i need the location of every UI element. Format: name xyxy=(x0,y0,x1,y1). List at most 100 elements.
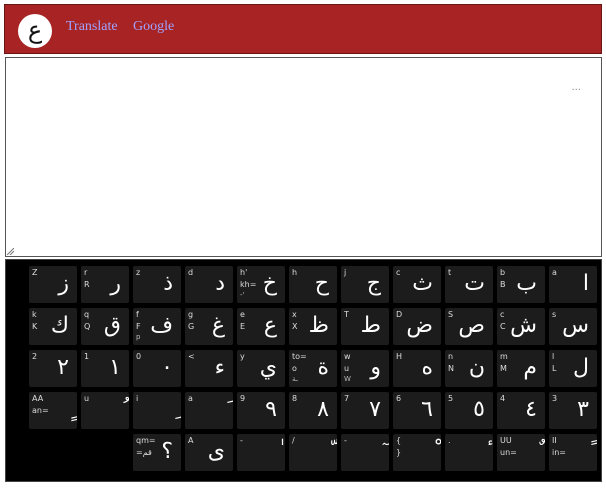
key-3-7[interactable]: 6٦ xyxy=(393,392,441,429)
key-1-5[interactable]: xX ظ xyxy=(289,308,337,345)
key-2-0[interactable]: 2٢ xyxy=(29,350,77,387)
key-1-8[interactable]: Sص xyxy=(445,308,493,345)
key-4-5[interactable]: {}ْ xyxy=(393,434,441,471)
key-3-2[interactable]: iِ xyxy=(133,392,181,429)
key-0-2[interactable]: zذ xyxy=(133,266,181,303)
key-1-3[interactable]: gG غ xyxy=(185,308,233,345)
key-3-5[interactable]: 8٨ xyxy=(289,392,337,429)
key-latin-label: c xyxy=(500,310,505,319)
key-1-7[interactable]: Dض xyxy=(393,308,441,345)
key-2-4[interactable]: yي xyxy=(237,350,285,387)
key-arabic-char: ٤ xyxy=(525,397,537,422)
virtual-keyboard: Z ز r R ر z ذ d د h' kh= -' خ h ح j ج c ث t ت b B ب a ا k K ك q Q ق f Fp ف… xyxy=(5,259,602,482)
key-1-2[interactable]: fFp ف xyxy=(133,308,181,345)
key-arabic-char: خ xyxy=(262,271,277,296)
key-0-0[interactable]: Zز xyxy=(29,266,77,303)
key-latin-label: F xyxy=(136,322,141,331)
key-arabic-char: ظ xyxy=(308,313,329,338)
key-0-4[interactable]: h' kh= -' خ xyxy=(237,266,285,303)
key-latin-label: un= xyxy=(500,448,517,457)
key-2-8[interactable]: nN ن xyxy=(445,350,493,387)
key-arabic-char: ل xyxy=(573,355,589,380)
key-latin-label: II xyxy=(552,436,557,445)
key-latin-label: < xyxy=(188,352,195,361)
app-header: ع Translate Google xyxy=(4,4,602,54)
key-0-5[interactable]: hح xyxy=(289,266,337,303)
key-latin-label: m xyxy=(500,352,508,361)
app-logo[interactable]: ع xyxy=(18,14,52,48)
key-3-1[interactable]: uُ xyxy=(81,392,129,429)
key-3-8[interactable]: 5٥ xyxy=(445,392,493,429)
key-3-0[interactable]: AAan=ٍ xyxy=(29,392,77,429)
key-1-9[interactable]: cCش xyxy=(497,308,545,345)
key-0-8[interactable]: tت xyxy=(445,266,493,303)
key-arabic-char: ١ xyxy=(109,355,121,380)
key-arabic-char: و xyxy=(370,355,381,380)
key-3-4[interactable]: 9٩ xyxy=(237,392,285,429)
key-4-7[interactable]: UUun=ٌ xyxy=(497,434,545,471)
key-0-1[interactable]: rR ر xyxy=(81,266,129,303)
key-latin-label: 1 xyxy=(84,352,90,361)
key-latin-label: Z xyxy=(32,268,38,277)
key-2-9[interactable]: mM م xyxy=(497,350,545,387)
key-latin-label: l xyxy=(552,352,555,361)
key-arabic-char: ض xyxy=(406,313,433,338)
key-0-6[interactable]: jج xyxy=(341,266,389,303)
key-arabic-char: ش xyxy=(510,313,537,338)
key-arabic-char: ح xyxy=(314,271,329,296)
key-2-10[interactable]: lL ل xyxy=(549,350,597,387)
key-4-0[interactable]: qm= =قم ؟ xyxy=(133,434,181,471)
key-latin-label: b xyxy=(500,268,506,277)
nav-google-link[interactable]: Google xyxy=(133,19,174,35)
key-0-7[interactable]: cث xyxy=(393,266,441,303)
key-arabic-char: ف xyxy=(150,313,173,338)
key-1-0[interactable]: kK ك xyxy=(29,308,77,345)
key-latin-label: -' xyxy=(240,291,245,299)
key-arabic-char: ب xyxy=(516,271,537,296)
key-arabic-char: ؟ xyxy=(161,439,173,464)
text-editor[interactable]: ... xyxy=(5,57,602,257)
key-arabic-char: ه xyxy=(421,355,433,380)
key-4-6[interactable]: .ٔ xyxy=(445,434,493,471)
key-arabic-char: ج xyxy=(366,271,381,296)
key-4-2[interactable]: -ٰ xyxy=(237,434,285,471)
key-latin-label: h' xyxy=(240,268,248,277)
key-4-1[interactable]: Aى xyxy=(185,434,233,471)
key-3-6[interactable]: 7٧ xyxy=(341,392,389,429)
key-2-7[interactable]: Hه xyxy=(393,350,441,387)
key-latin-label: kh= xyxy=(240,280,257,289)
resize-handle-icon[interactable] xyxy=(7,248,14,255)
key-3-3[interactable]: aَ xyxy=(185,392,233,429)
key-1-6[interactable]: Tط xyxy=(341,308,389,345)
key-4-8[interactable]: IIin=ً xyxy=(549,434,597,471)
key-1-10[interactable]: sس xyxy=(549,308,597,345)
nav-translate-link[interactable]: Translate xyxy=(66,19,118,35)
key-latin-label: - xyxy=(344,436,347,445)
key-2-3[interactable]: < ء xyxy=(185,350,233,387)
key-2-5[interactable]: to= o ـة ة xyxy=(289,350,337,387)
key-latin-label: u xyxy=(344,364,350,373)
key-1-1[interactable]: qQ ق xyxy=(81,308,129,345)
key-2-6[interactable]: wuW و xyxy=(341,350,389,387)
key-arabic-char: ص xyxy=(458,313,485,338)
key-2-1[interactable]: 1١ xyxy=(81,350,129,387)
key-3-10[interactable]: 3٣ xyxy=(549,392,597,429)
key-latin-label: 8 xyxy=(292,394,298,403)
key-latin-label: ـة xyxy=(292,375,298,383)
key-2-2[interactable]: 0٠ xyxy=(133,350,181,387)
key-arabic-char: ن xyxy=(468,355,485,380)
key-1-4[interactable]: eE ع xyxy=(237,308,285,345)
key-3-9[interactable]: 4٤ xyxy=(497,392,545,429)
key-arabic-char: غ xyxy=(211,313,225,338)
key-0-9[interactable]: bB ب xyxy=(497,266,545,303)
key-latin-label: . xyxy=(448,436,451,445)
key-4-4[interactable]: -ٓ xyxy=(341,434,389,471)
key-latin-label: W xyxy=(344,375,351,383)
key-latin-label: } xyxy=(396,448,402,457)
key-arabic-char: ة xyxy=(317,355,329,380)
key-latin-label: z xyxy=(136,268,141,277)
more-options-icon[interactable]: ... xyxy=(571,82,581,93)
key-0-10[interactable]: aا xyxy=(549,266,597,303)
key-4-3[interactable]: /ّ xyxy=(289,434,337,471)
key-0-3[interactable]: dد xyxy=(185,266,233,303)
